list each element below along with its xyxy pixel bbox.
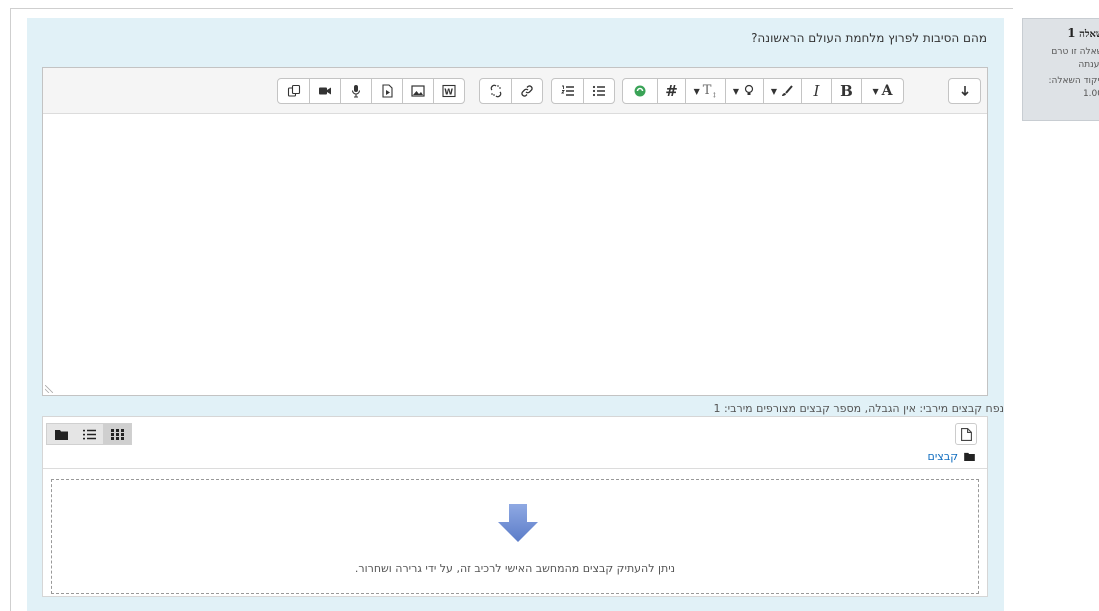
unlink-icon [490, 84, 501, 98]
svg-text:W: W [444, 88, 453, 97]
media-icon [382, 84, 393, 98]
grid-view-button[interactable] [103, 424, 131, 444]
video-icon [319, 87, 331, 95]
grid-icon [110, 428, 124, 440]
recycle-icon [634, 85, 646, 97]
file-manager: קבצים ניתן להעתיק קבצים מהמחשב האישי לרכ… [42, 416, 988, 597]
font-size-icon: T↕ [702, 82, 718, 100]
copy-icon [287, 84, 300, 97]
folder-icon [964, 452, 975, 461]
font-size-button[interactable]: ▼ T↕ [685, 79, 725, 103]
recycle-button[interactable] [623, 79, 657, 103]
list-view-button[interactable] [75, 424, 103, 444]
file-dropzone[interactable]: ניתן להעתיק קבצים מהמחשב האישי לרכיב זה,… [51, 479, 979, 594]
toolbar-group-format: # ▼ T↕ ▼ ▼ I B ▼ A [622, 78, 904, 104]
microphone-icon [351, 85, 361, 98]
view-mode-group [46, 423, 132, 445]
link-button[interactable] [511, 79, 542, 103]
italic-button[interactable]: I [801, 79, 831, 103]
italic-icon: I [813, 82, 820, 100]
editor-toolbar: # ▼ T↕ ▼ ▼ I B ▼ A W [43, 68, 987, 114]
unlink-button[interactable] [480, 79, 511, 103]
file-manager-toolbar: קבצים [43, 417, 987, 469]
resize-handle-icon[interactable] [45, 385, 53, 393]
font-color-icon: A [881, 83, 893, 99]
link-icon [521, 85, 533, 97]
image-icon [411, 85, 425, 97]
bold-button[interactable]: B [831, 79, 861, 103]
question-content: מהם הסיבות לפרוץ מלחמת העולם הראשונה? # … [27, 18, 1004, 611]
toolbar-group-lists [551, 78, 615, 104]
ordered-list-button[interactable] [552, 79, 583, 103]
toolbar-group-media: W [277, 78, 465, 104]
breadcrumb: קבצים [928, 450, 975, 463]
brush-button[interactable]: ▼ [763, 79, 801, 103]
lightbulb-button[interactable]: ▼ [725, 79, 763, 103]
hash-button[interactable]: # [657, 79, 685, 103]
chevron-down-icon: ▼ [872, 86, 879, 96]
media-button[interactable] [371, 79, 402, 103]
chevron-down-icon: ▼ [693, 86, 700, 96]
unordered-list-icon [592, 85, 605, 97]
copy-button[interactable] [278, 79, 309, 103]
ordered-list-icon [560, 85, 574, 96]
question-status: שאלה זו טרם נענתה [1051, 47, 1099, 70]
toolbar-group-direction [948, 78, 981, 104]
add-file-button[interactable] [955, 423, 977, 445]
question-text: מהם הסיבות לפרוץ מלחמת העולם הראשונה? [751, 31, 987, 45]
brush-icon [782, 85, 793, 96]
word-paste-button[interactable]: W [433, 79, 464, 103]
list-icon [82, 429, 96, 439]
lightbulb-icon [744, 84, 754, 95]
question-max-label: ניקוד השאלה: 1.00 [1048, 76, 1099, 99]
question-info-box: שאלה 1 שאלה זו טרם נענתה ניקוד השאלה: 1.… [1022, 18, 1099, 121]
file-icon [960, 427, 972, 441]
hash-icon: # [665, 82, 678, 100]
bold-icon: B [840, 82, 853, 100]
image-button[interactable] [402, 79, 433, 103]
word-paste-icon: W [442, 84, 456, 98]
text-editor: # ▼ T↕ ▼ ▼ I B ▼ A W [42, 67, 988, 396]
drop-instructions: ניתן להעתיק קבצים מהמחשב האישי לרכיב זה,… [354, 562, 676, 575]
chevron-down-icon: ▼ [732, 86, 740, 96]
folder-view-button[interactable] [47, 424, 75, 444]
direction-icon [960, 86, 969, 97]
file-limits: נפח קבצים מירבי: אין הגבלה, מספר קבצים מ… [713, 402, 1004, 415]
direction-button[interactable] [949, 79, 980, 103]
drop-arrow-icon [498, 504, 538, 542]
toolbar-group-links [479, 78, 543, 104]
editor-text-area[interactable] [43, 114, 987, 395]
microphone-button[interactable] [340, 79, 371, 103]
video-button[interactable] [309, 79, 340, 103]
question-number: שאלה 1 [1067, 26, 1099, 40]
chevron-down-icon: ▼ [770, 86, 778, 96]
unordered-list-button[interactable] [583, 79, 614, 103]
folder-link[interactable]: קבצים [928, 450, 958, 463]
font-color-button[interactable]: ▼ A [861, 79, 903, 103]
folder-icon [54, 429, 68, 440]
